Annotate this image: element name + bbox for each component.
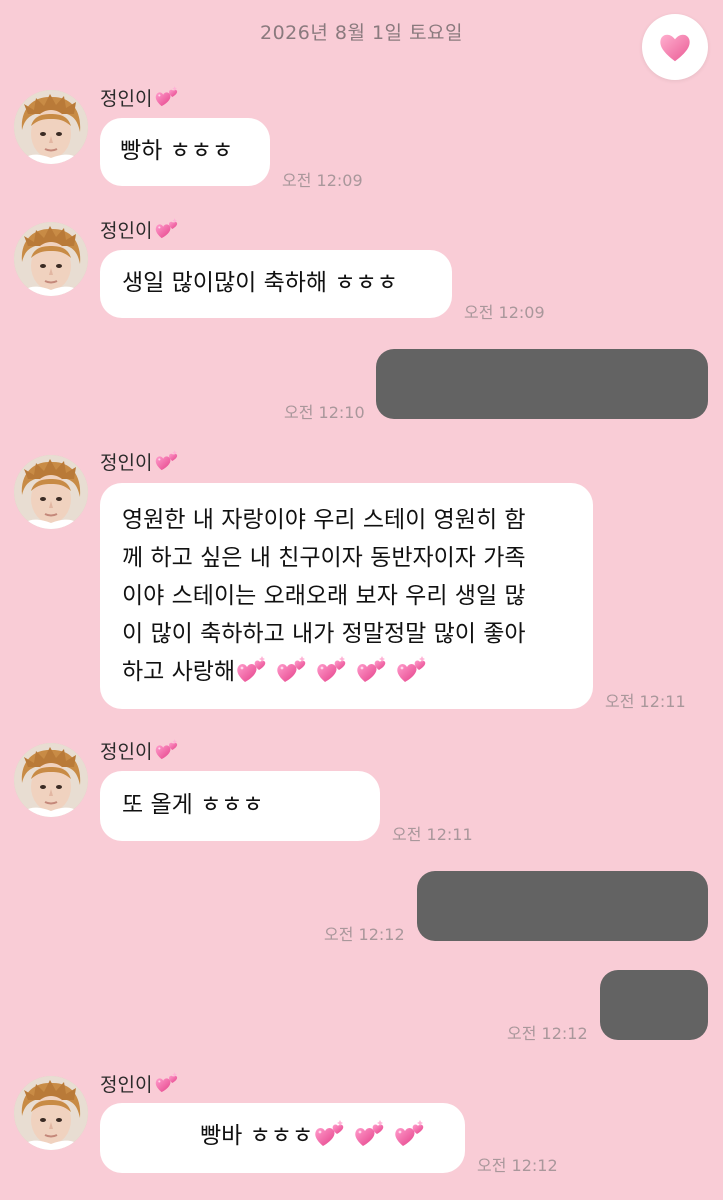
sender-name: 정인이 [100, 1070, 180, 1097]
avatar[interactable] [14, 222, 88, 296]
two-hearts-icon [315, 655, 349, 685]
message-text: 생일 많이많이 축하해 ㅎㅎㅎ [122, 270, 398, 296]
two-hearts-icon [393, 1119, 427, 1149]
outgoing-message-redacted[interactable] [417, 871, 708, 941]
two-hearts-icon [154, 85, 180, 109]
heart-button[interactable] [642, 14, 708, 80]
two-hearts-icon [154, 1071, 180, 1095]
incoming-message-bubble[interactable]: 생일 많이많이 축하해 ㅎㅎㅎ [100, 250, 452, 318]
two-hearts-icon [154, 738, 180, 762]
two-hearts-icon [154, 449, 180, 473]
sender-name: 정인이 [100, 448, 180, 475]
avatar[interactable] [14, 743, 88, 817]
two-hearts-icon [313, 1119, 347, 1149]
message-time: 오전 12:11 [605, 692, 686, 711]
outgoing-message-redacted[interactable] [600, 970, 708, 1040]
message-line: 영원한 내 자랑이야 우리 스테이 영원히 함 [122, 507, 526, 533]
message-line: 이야 스테이는 오래오래 보자 우리 생일 많 [122, 583, 526, 609]
message-time: 오전 12:12 [477, 1156, 558, 1175]
heart-icon [660, 34, 690, 62]
sender-name: 정인이 [100, 84, 180, 111]
avatar[interactable] [14, 90, 88, 164]
message-text: 또 올게 ㅎㅎㅎ [122, 792, 264, 818]
message-line: 하고 사랑해 [122, 653, 571, 691]
two-hearts-icon [355, 655, 389, 685]
two-hearts-icon [154, 217, 180, 241]
avatar[interactable] [14, 1076, 88, 1150]
message-time: 오전 12:12 [507, 1024, 588, 1043]
avatar[interactable] [14, 455, 88, 529]
message-line: 이 많이 축하하고 내가 정말정말 많이 좋아 [122, 621, 526, 647]
incoming-message-bubble[interactable]: 영원한 내 자랑이야 우리 스테이 영원히 함 께 하고 싶은 내 친구이자 동… [100, 483, 593, 709]
outgoing-message-redacted[interactable] [376, 349, 708, 419]
incoming-message-bubble[interactable]: 빵하 ㅎㅎㅎ [100, 118, 270, 186]
date-header: 2026년 8월 1일 토요일 [259, 22, 464, 44]
message-text: 빵바 ㅎㅎㅎ [200, 1123, 314, 1149]
message-time: 오전 12:12 [324, 925, 405, 944]
sender-name: 정인이 [100, 216, 180, 243]
message-time: 오전 12:10 [284, 403, 365, 422]
incoming-message-bubble[interactable]: 빵바 ㅎㅎㅎ [100, 1103, 465, 1173]
two-hearts-icon [235, 655, 269, 685]
message-line: 께 하고 싶은 내 친구이자 동반자이자 가족 [122, 545, 526, 571]
sender-name: 정인이 [100, 737, 180, 764]
message-time: 오전 12:09 [282, 171, 363, 190]
message-time: 오전 12:09 [464, 303, 545, 322]
two-hearts-icon [353, 1119, 387, 1149]
two-hearts-icon [395, 655, 429, 685]
message-time: 오전 12:11 [392, 825, 473, 844]
two-hearts-icon [275, 655, 309, 685]
message-text: 빵하 ㅎㅎㅎ [120, 138, 234, 164]
incoming-message-bubble[interactable]: 또 올게 ㅎㅎㅎ [100, 771, 380, 841]
